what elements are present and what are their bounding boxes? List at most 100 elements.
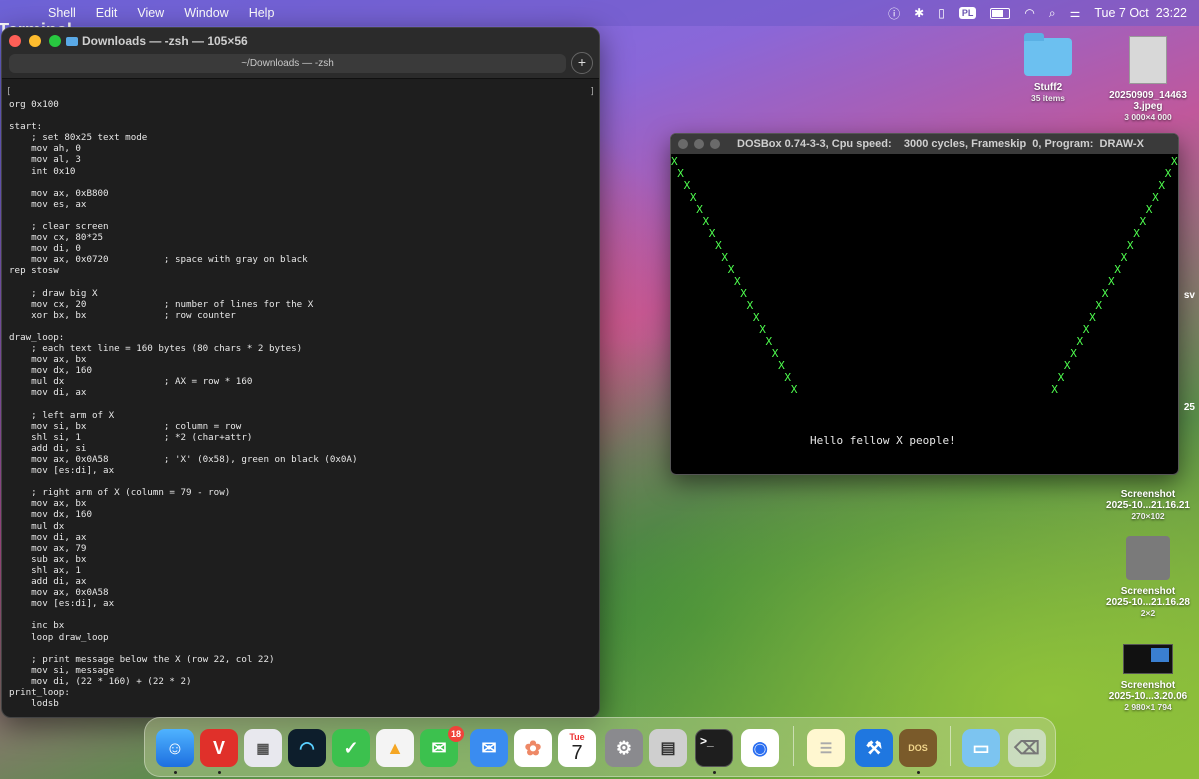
x-mark-right: X (1139, 215, 1147, 228)
x-mark-right: X (1171, 155, 1178, 168)
desktop-item-sub: 3 000×4 000 (1124, 112, 1172, 122)
terminal-window: Downloads — -zsh — 105×56 ~/Downloads — … (1, 27, 600, 718)
desktop-screenshot-2[interactable]: Screenshot 2025-10...21.16.28 2×2 (1098, 536, 1198, 618)
desktop-item-sub: 2 980×1 794 (1124, 702, 1172, 712)
dock-separator (793, 726, 794, 766)
input-source-indicator[interactable]: PL (958, 7, 977, 19)
dock-separator (950, 726, 951, 766)
signal-icon[interactable]: ◉ (741, 729, 779, 767)
x-mark-right: X (1082, 323, 1090, 336)
x-mark-left: X (746, 299, 754, 312)
control-center-icon[interactable]: ⚌ (1070, 6, 1081, 20)
dosbox-minimize-button[interactable] (694, 139, 704, 149)
search-icon[interactable]: ⌕ (1049, 6, 1056, 21)
running-indicator (218, 771, 221, 774)
launchpad-icon[interactable]: ▦ (244, 729, 282, 767)
x-mark-right: X (1070, 347, 1077, 360)
menu-view[interactable]: View (137, 6, 164, 20)
downloads-stack-icon[interactable]: ▭ (962, 729, 1000, 767)
x-mark-left: X (790, 383, 798, 396)
messages-badge: 18 (448, 726, 464, 742)
network-app-icon[interactable]: ◠ (288, 729, 326, 767)
x-mark-left: X (721, 251, 729, 264)
desktop-item-label-2: 2025-10...3.20.06 (1108, 691, 1188, 702)
running-indicator (713, 771, 716, 774)
image-thumbnail (1129, 36, 1167, 84)
menu-help[interactable]: Help (249, 6, 275, 20)
desktop-item-sub: 35 items (1030, 93, 1066, 103)
x-mark-left: X (677, 167, 684, 180)
battery-icon[interactable] (990, 7, 1011, 19)
bracket-left: [ (6, 87, 12, 97)
new-tab-button[interactable]: + (571, 52, 593, 74)
terminal-titlebar[interactable]: Downloads — -zsh — 105×56 (2, 28, 599, 54)
x-mark-right: X (1164, 167, 1172, 180)
menu-edit[interactable]: Edit (96, 6, 118, 20)
calendar-day: Tue (569, 732, 585, 742)
image-thumbnail (1126, 536, 1170, 580)
mail-icon[interactable]: ✉ (470, 729, 508, 767)
dosbox-titlebar[interactable]: DOSBox 0.74-3-3, Cpu speed: 3000 cycles,… (671, 134, 1178, 154)
x-mark-left: X (708, 227, 716, 240)
notes-icon[interactable]: ☰ (807, 729, 845, 767)
folder-icon (66, 37, 78, 47)
desktop-edge-label: sv (1183, 290, 1195, 301)
keynote-icon[interactable]: ▲ (376, 729, 414, 767)
desktop-file-jpeg[interactable]: 20250909_14463 3.jpeg 3 000×4 000 (1100, 36, 1196, 122)
x-mark-right: X (1114, 263, 1121, 276)
x-mark-left: X (752, 311, 760, 324)
calendar-icon[interactable]: Tue 7 (558, 729, 596, 767)
xcode-icon[interactable]: ⚒ (855, 729, 893, 767)
calculator-icon[interactable]: ▤ (649, 729, 687, 767)
desktop-screenshot-3[interactable]: Screenshot 2025-10...3.20.06 2 980×1 794 (1098, 644, 1198, 712)
x-mark-right: X (1108, 275, 1115, 288)
dosbox-zoom-button[interactable] (710, 139, 720, 149)
x-mark-left: X (715, 239, 722, 252)
info-icon[interactable]: ⓘ (888, 5, 900, 22)
desktop-folder-stuff2[interactable]: Stuff2 35 items (1012, 33, 1084, 103)
x-mark-right: X (1089, 311, 1096, 324)
menu-window[interactable]: Window (184, 6, 228, 20)
wifi-icon[interactable]: ◠ (1024, 6, 1034, 20)
desktop-item-label: 20250909_14463 (1109, 90, 1187, 101)
x-mark-left: X (727, 263, 735, 276)
x-mark-left: X (765, 335, 773, 348)
desktop-screenshot-1[interactable]: Screenshot 2025-10...21.16.21 270×102 (1098, 489, 1198, 521)
x-mark-left: X (683, 179, 691, 192)
dosbox-close-button[interactable] (678, 139, 688, 149)
folder-icon (1024, 33, 1072, 76)
desktop-edge-label: 25 (1183, 402, 1195, 413)
photos-icon[interactable]: ✿ (514, 729, 552, 767)
x-mark-right: X (1051, 383, 1058, 396)
dosbox-screen[interactable]: Hello fellow X people! XXXXXXXXXXXXXXXXX… (671, 154, 1178, 474)
vivaldi-icon[interactable]: V (200, 729, 238, 767)
phone-icon[interactable]: ▯ (938, 6, 945, 20)
image-thumbnail (1123, 644, 1173, 674)
x-mark-right: X (1133, 227, 1140, 240)
x-mark-left: X (740, 287, 747, 300)
desktop-item-label-2: 3.jpeg (1133, 101, 1163, 112)
menu-clock[interactable]: Tue 7 Oct 23:22 (1094, 6, 1187, 20)
terminal-icon[interactable]: >_ (695, 729, 733, 767)
x-mark-right: X (1145, 203, 1153, 216)
finder-icon[interactable]: ☺ (156, 729, 194, 767)
bluetooth-icon[interactable]: ✱ (914, 6, 924, 20)
terminal-tab[interactable]: ~/Downloads — -zsh (9, 54, 566, 73)
x-mark-left: X (734, 275, 741, 288)
dosbox-message: Hello fellow X people! (810, 434, 956, 447)
desktop-item-label: Screenshot (1120, 489, 1176, 500)
desktop-item-label: Stuff2 (1033, 82, 1063, 93)
trash-icon[interactable]: ⌫ (1008, 729, 1046, 767)
dosbox-dock-icon[interactable]: DOS (899, 729, 937, 767)
dosbox-window: DOSBox 0.74-3-3, Cpu speed: 3000 cycles,… (670, 133, 1179, 475)
system-settings-icon[interactable]: ⚙ (605, 729, 643, 767)
calendar-date: 7 (571, 742, 583, 764)
dock: ☺ V ▦ ◠ ✓ ▲ ✉ 18 ✉ ✿ Tue 7 ⚙ ▤ >_ ◉ ☰ ⚒ … (144, 717, 1056, 777)
x-mark-left: X (689, 191, 697, 204)
tasks-app-icon[interactable]: ✓ (332, 729, 370, 767)
terminal-title: Downloads — -zsh — 105×56 (82, 34, 248, 48)
x-mark-right: X (1063, 359, 1071, 372)
x-mark-right: X (1076, 335, 1084, 348)
terminal-output[interactable]: org 0x100 start: ; set 80x25 text mode m… (9, 99, 593, 709)
desktop-item-sub: 270×102 (1131, 511, 1165, 521)
